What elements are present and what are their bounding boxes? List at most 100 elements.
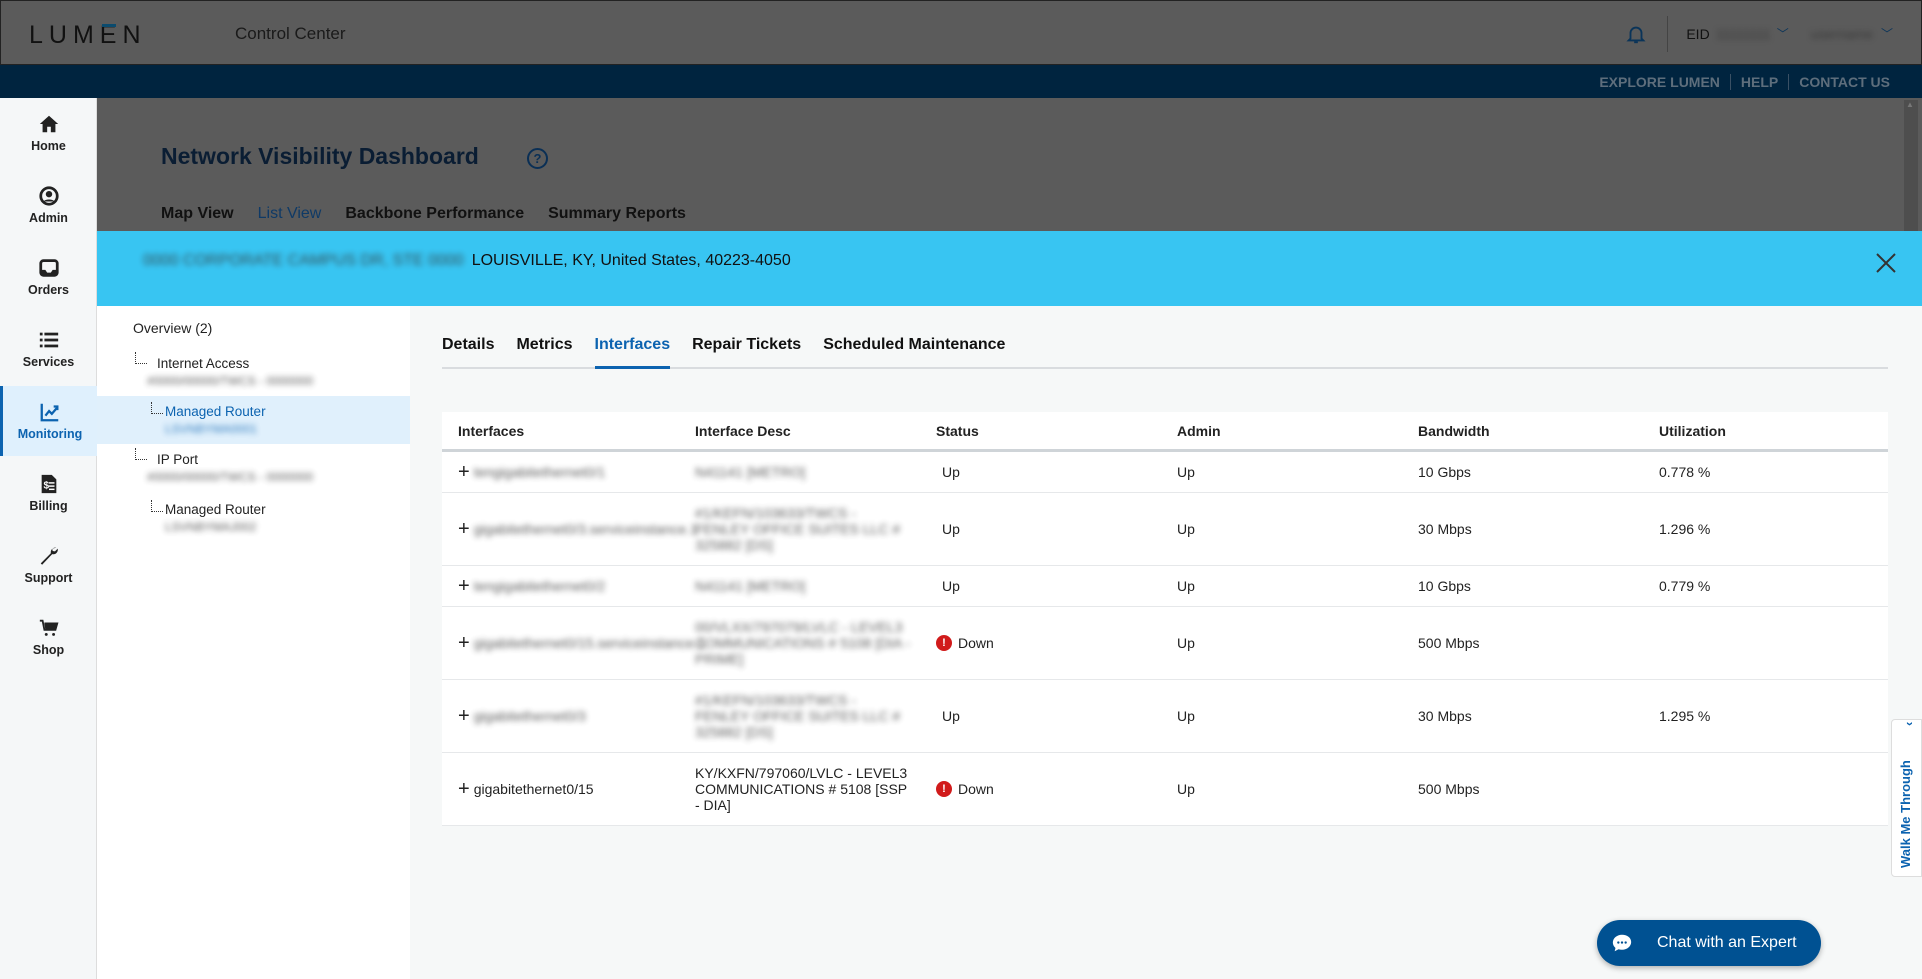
tree-connector	[151, 500, 163, 512]
chat-with-expert-button[interactable]: Chat with an Expert	[1597, 920, 1821, 966]
tree-overview[interactable]: Overview (2)	[133, 320, 212, 336]
scrollbar[interactable]	[1904, 100, 1918, 231]
utilization-value: 0.778 %	[1659, 464, 1711, 480]
sidebar-item-home[interactable]: Home	[0, 98, 97, 168]
service-tree: Overview (2) Internet Access #0000/00000…	[97, 306, 410, 979]
bandwidth-value: 10 Gbps	[1418, 464, 1471, 480]
tree-node-internet-access[interactable]: Internet Access #0000/00000/TWCS - 00000…	[97, 352, 410, 400]
col-utilization[interactable]: Utilization	[1647, 423, 1888, 439]
tab-summary-reports[interactable]: Summary Reports	[548, 205, 686, 223]
tab-metrics[interactable]: Metrics	[516, 334, 572, 369]
sidebar-item-monitoring[interactable]: Monitoring	[0, 386, 97, 456]
tree-node-label: IP Port	[157, 452, 199, 467]
divider	[1667, 15, 1669, 52]
sidebar-item-orders[interactable]: Orders	[0, 242, 97, 312]
sidebar-item-services[interactable]: Services	[0, 314, 97, 384]
tree-node-sub: LSVNBYMAJ002	[165, 520, 257, 534]
bandwidth-value: 10 Gbps	[1418, 578, 1471, 594]
admin-value: Up	[1177, 781, 1195, 797]
interface-desc: #1/KEFN/103633/TWCS - FENLEY OFFICE SUIT…	[695, 505, 901, 553]
svg-text:$: $	[43, 481, 49, 492]
help-link[interactable]: HELP	[1731, 74, 1788, 90]
expand-plus-icon[interactable]: +	[458, 576, 470, 596]
table-row[interactable]: + gigabitethernet0/3 #1/KEFN/103633/TWCS -…	[442, 680, 1888, 753]
admin-value: Up	[1177, 635, 1195, 651]
col-admin[interactable]: Admin	[1165, 423, 1406, 439]
city-address: LOUISVILLE, KY, United States, 40223-405…	[471, 252, 791, 269]
eid-value: 11111111	[1715, 25, 1771, 42]
interface-cell: + tengigabitethernet0/1	[442, 462, 683, 482]
status-value: Down	[958, 781, 994, 797]
bell-icon[interactable]	[1625, 23, 1647, 45]
dashboard-tabs: Map View List View Backbone Performance …	[161, 205, 686, 223]
close-icon[interactable]	[1872, 249, 1900, 277]
eid-label: EID	[1686, 25, 1710, 42]
tab-backbone-performance[interactable]: Backbone Performance	[345, 205, 524, 223]
admin-value: Up	[1177, 521, 1195, 537]
interface-desc: KY/KXFN/797060/LVLC - LEVEL3 COMMUNICATI…	[695, 765, 908, 813]
sidebar: Home Admin Orders Services Monitoring $ …	[0, 98, 97, 979]
user-name: username	[1810, 25, 1873, 42]
col-bandwidth[interactable]: Bandwidth	[1406, 423, 1647, 439]
expand-plus-icon[interactable]: +	[458, 779, 470, 799]
interface-cell: + gigabitethernet0/3.serviceinstance.1	[442, 519, 698, 539]
col-interface-desc[interactable]: Interface Desc	[683, 423, 924, 439]
sidebar-item-billing[interactable]: $ Billing	[0, 458, 97, 528]
sidebar-item-label: Monitoring	[17, 427, 83, 441]
status-value: Down	[958, 635, 994, 651]
sidebar-item-label: Billing	[29, 499, 68, 513]
explore-lumen-link[interactable]: EXPLORE LUMEN	[1589, 74, 1730, 90]
sidebar-item-label: Services	[22, 355, 75, 369]
expand-plus-icon[interactable]: +	[458, 706, 470, 726]
tab-repair-tickets[interactable]: Repair Tickets	[692, 334, 801, 369]
status-value: Up	[942, 708, 960, 724]
bandwidth-value: 500 Mbps	[1418, 781, 1480, 797]
eid-selector[interactable]: EID 11111111 ﹀	[1686, 25, 1788, 42]
tree-connector	[135, 352, 147, 364]
help-icon[interactable]: ?	[527, 148, 548, 169]
interface-cell: + gigabitethernet0/15	[442, 779, 683, 799]
table-row[interactable]: + gigabitethernet0/3.serviceinstance.1 #1/…	[442, 493, 1888, 566]
interface-name: gigabitethernet0/15	[473, 781, 594, 797]
tree-node-ip-port[interactable]: IP Port #0000/00000/TWCS - 0000000	[97, 448, 410, 496]
interface-desc: #1/KEFN/103633/TWCS - FENLEY OFFICE SUIT…	[695, 692, 901, 740]
expand-plus-icon[interactable]: +	[458, 519, 470, 539]
user-menu[interactable]: username ﹀	[1811, 25, 1893, 42]
status-value: Up	[942, 464, 960, 480]
sidebar-item-support[interactable]: Support	[0, 530, 97, 600]
tree-node-managed-router-1[interactable]: Managed Router LSVNBYMA0001	[97, 396, 410, 444]
sidebar-item-label: Admin	[29, 211, 68, 225]
table-row[interactable]: + tengigabitethernet0/1 N41141 [METRO] Up Up…	[442, 452, 1888, 493]
tab-interfaces[interactable]: Interfaces	[594, 334, 671, 369]
tree-node-sub: #0000/00000/TWCS - 0000000	[147, 374, 314, 388]
expand-plus-icon[interactable]: +	[458, 462, 470, 482]
home-icon	[39, 115, 58, 133]
interface-desc: N41141 [METRO]	[695, 578, 806, 594]
chat-bubble-icon	[1612, 934, 1632, 952]
sidebar-item-admin[interactable]: Admin	[0, 170, 97, 240]
app-title: Control Center	[235, 24, 346, 43]
cart-icon	[39, 619, 58, 636]
tree-node-managed-router-2[interactable]: Managed Router LSVNBYMAJ002	[97, 496, 410, 544]
chevron-down-icon: ﹀	[1776, 27, 1789, 41]
dashboard-header: Network Visibility Dashboard ? Map View …	[97, 98, 1922, 231]
col-interfaces[interactable]: Interfaces	[442, 423, 683, 439]
sidebar-item-label: Shop	[32, 643, 65, 657]
walk-me-through-tab[interactable]: ‹ Walk Me Through	[1891, 719, 1922, 877]
status-cell: Up	[924, 464, 1165, 480]
col-status[interactable]: Status	[924, 423, 1165, 439]
tab-scheduled-maintenance[interactable]: Scheduled Maintenance	[823, 334, 1005, 369]
sidebar-item-shop[interactable]: Shop	[0, 602, 97, 672]
utilization-value: 1.295 %	[1659, 708, 1711, 724]
tab-map-view[interactable]: Map View	[161, 205, 234, 223]
expand-plus-icon[interactable]: +	[458, 633, 470, 653]
table-row[interactable]: + gigabitethernet0/15.serviceinstance.1 00…	[442, 607, 1888, 680]
contact-us-link[interactable]: CONTACT US	[1789, 74, 1900, 90]
table-row[interactable]: + gigabitethernet0/15 KY/KXFN/797060/LVLC …	[442, 753, 1888, 826]
list-icon	[39, 332, 58, 348]
lumen-logo[interactable]: LUMEN	[29, 21, 147, 50]
tab-list-view[interactable]: List View	[258, 205, 322, 223]
table-row[interactable]: + tengigabitethernet0/2 N41141 [METRO] Up Up…	[442, 566, 1888, 607]
tab-details[interactable]: Details	[442, 334, 494, 369]
bandwidth-value: 30 Mbps	[1418, 521, 1472, 537]
